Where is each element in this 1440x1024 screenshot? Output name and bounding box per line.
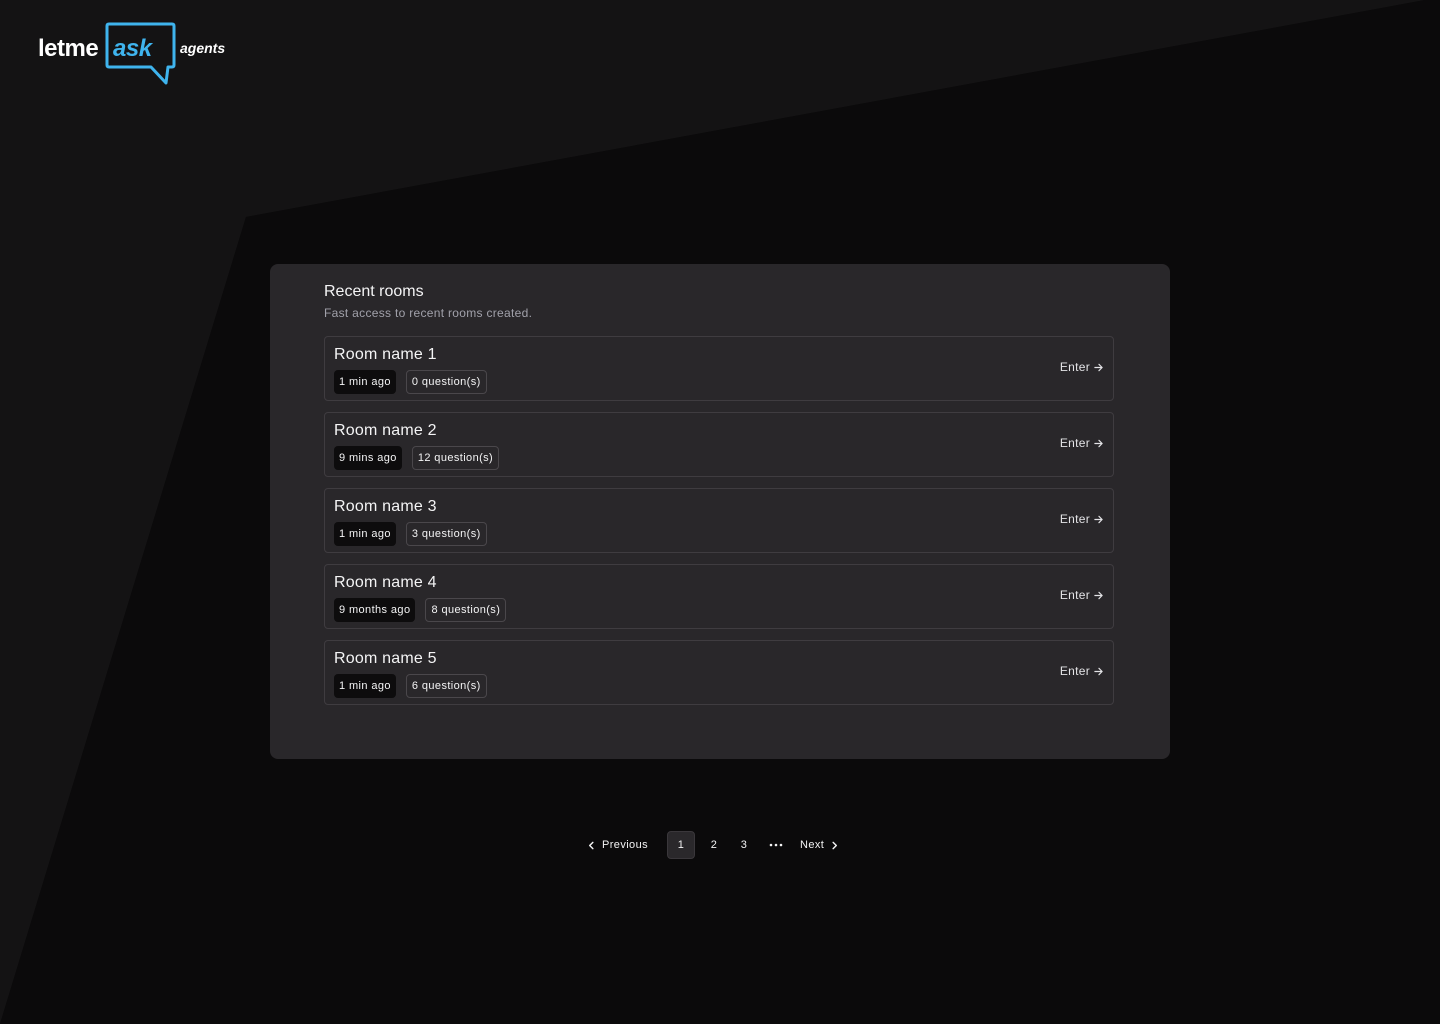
room-name: Room name 3 xyxy=(334,498,437,515)
created-time-badge: 9 mins ago xyxy=(334,446,402,470)
svg-text:letme: letme xyxy=(38,35,98,62)
room-badges: 9 months ago 8 question(s) xyxy=(334,598,1104,622)
recent-rooms-card: Recent rooms Fast access to recent rooms… xyxy=(270,264,1170,759)
enter-room-link[interactable]: Enter xyxy=(1060,664,1103,678)
room-item[interactable]: Room name 3 1 min ago 3 question(s) Ente… xyxy=(324,488,1114,553)
room-list: Room name 1 1 min ago 0 question(s) Ente… xyxy=(324,336,1116,705)
enter-label: Enter xyxy=(1059,436,1090,450)
created-time-badge: 1 min ago xyxy=(334,674,396,698)
card-title: Recent rooms xyxy=(324,283,424,300)
enter-room-link[interactable]: Enter xyxy=(1060,360,1103,374)
page-2-button[interactable]: 2 xyxy=(700,831,728,859)
arrow-right-icon xyxy=(1094,439,1103,447)
next-label: Next xyxy=(800,839,825,851)
chevron-right-icon xyxy=(832,841,838,849)
page-1-button[interactable]: 1 xyxy=(667,831,695,859)
room-item[interactable]: Room name 1 1 min ago 0 question(s) Ente… xyxy=(324,336,1114,401)
question-count-badge: 0 question(s) xyxy=(405,370,487,394)
chevron-left-icon xyxy=(588,841,594,849)
enter-room-link[interactable]: Enter xyxy=(1060,588,1103,602)
created-time-badge: 1 min ago xyxy=(334,522,396,546)
next-page-button[interactable]: Next xyxy=(794,831,845,859)
ellipsis-icon xyxy=(769,843,783,847)
previous-label: Previous xyxy=(602,839,648,851)
question-count-badge: 12 question(s) xyxy=(411,446,500,470)
letmeask-agents-logo: letme ask agents xyxy=(38,22,238,88)
previous-page-button[interactable]: Previous xyxy=(581,831,654,859)
room-name: Room name 5 xyxy=(334,650,437,667)
svg-text:ask: ask xyxy=(113,35,154,62)
room-name: Room name 4 xyxy=(334,574,437,591)
room-item[interactable]: Room name 2 9 mins ago 12 question(s) En… xyxy=(324,412,1114,477)
card-subtitle: Fast access to recent rooms created. xyxy=(324,306,533,320)
room-name: Room name 1 xyxy=(334,346,437,363)
room-badges: 1 min ago 3 question(s) xyxy=(334,522,1104,546)
enter-label: Enter xyxy=(1059,664,1090,678)
page-3-button[interactable]: 3 xyxy=(730,831,758,859)
arrow-right-icon xyxy=(1094,363,1103,371)
svg-text:agents: agents xyxy=(180,40,225,56)
question-count-badge: 3 question(s) xyxy=(405,522,487,546)
enter-room-link[interactable]: Enter xyxy=(1060,436,1103,450)
page: letme ask agents Recent rooms Fast acces… xyxy=(0,0,1440,1024)
question-count-badge: 8 question(s) xyxy=(425,598,507,622)
arrow-right-icon xyxy=(1094,667,1103,675)
enter-label: Enter xyxy=(1059,588,1090,602)
room-item[interactable]: Room name 4 9 months ago 8 question(s) E… xyxy=(324,564,1114,629)
arrow-right-icon xyxy=(1094,515,1103,523)
created-time-badge: 9 months ago xyxy=(334,598,416,622)
more-pages-indicator xyxy=(758,831,794,859)
enter-label: Enter xyxy=(1059,360,1090,374)
question-count-badge: 6 question(s) xyxy=(405,674,487,698)
room-badges: 1 min ago 6 question(s) xyxy=(334,674,1104,698)
enter-room-link[interactable]: Enter xyxy=(1060,512,1103,526)
room-item[interactable]: Room name 5 1 min ago 6 question(s) Ente… xyxy=(324,640,1114,705)
created-time-badge: 1 min ago xyxy=(334,370,396,394)
pagination: Previous 1 2 3 Next xyxy=(581,831,845,859)
arrow-right-icon xyxy=(1094,591,1103,599)
room-badges: 1 min ago 0 question(s) xyxy=(334,370,1104,394)
room-name: Room name 2 xyxy=(334,422,437,439)
room-badges: 9 mins ago 12 question(s) xyxy=(334,446,1104,470)
enter-label: Enter xyxy=(1059,512,1090,526)
